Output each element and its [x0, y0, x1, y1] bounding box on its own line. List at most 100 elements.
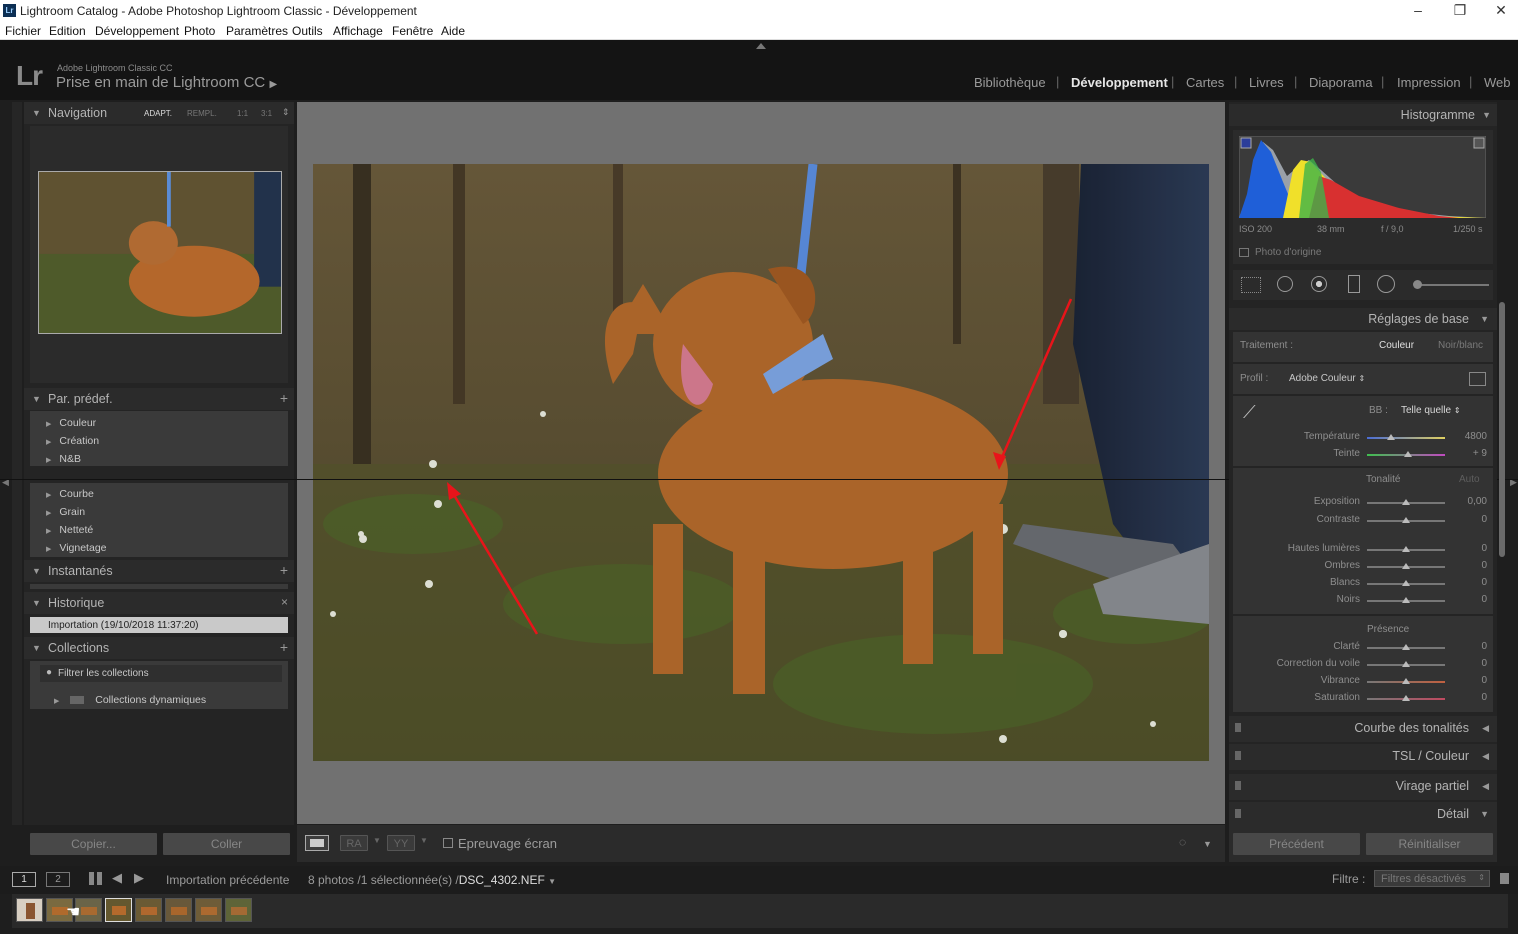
slider-knob[interactable] — [1402, 597, 1410, 603]
collections-header[interactable]: ▼ Collections + — [24, 637, 294, 659]
module-web[interactable]: Web — [1484, 75, 1511, 90]
toolbar-menu-icon[interactable]: ▼ — [1203, 839, 1212, 849]
detail-header[interactable]: Détail ▼ — [1229, 802, 1497, 825]
menu-fenetre[interactable]: Fenêtre — [392, 24, 433, 38]
zoom-fit[interactable]: ADAPT. — [144, 109, 172, 118]
slider-value[interactable]: 0 — [1457, 692, 1487, 703]
menu-edition[interactable]: Edition — [49, 24, 86, 38]
slider-value[interactable]: 0 — [1457, 641, 1487, 652]
slider-knob[interactable] — [1402, 661, 1410, 667]
slider-knob[interactable] — [1402, 563, 1410, 569]
menu-outils[interactable]: Outils — [292, 24, 323, 38]
before-after-split-button[interactable]: YY — [387, 835, 415, 851]
history-entry[interactable]: Importation (19/10/2018 11:37:20) — [30, 617, 288, 633]
slider-value[interactable]: 0 — [1457, 514, 1487, 525]
slider-knob[interactable] — [1402, 546, 1410, 552]
slider-knob[interactable] — [1402, 517, 1410, 523]
filmstrip-thumb[interactable] — [195, 898, 222, 922]
minimize-button[interactable]: – — [1403, 2, 1433, 18]
menu-fichier[interactable]: Fichier — [5, 24, 41, 38]
filmstrip-source[interactable]: Importation précédente — [166, 873, 289, 887]
grid-view-icon[interactable] — [89, 872, 102, 885]
main-screen-button[interactable]: 1 — [12, 872, 36, 887]
slider-track[interactable] — [1367, 437, 1445, 439]
tone-curve-header[interactable]: Courbe des tonalités ◀ — [1229, 716, 1497, 742]
slider-value[interactable]: 0 — [1457, 675, 1487, 686]
slider-knob[interactable] — [1402, 695, 1410, 701]
navigator-preview[interactable] — [38, 171, 282, 334]
menu-affichage[interactable]: Affichage — [333, 24, 383, 38]
collections-filter[interactable]: ● Filtrer les collections — [40, 665, 282, 682]
preset-folder-vignetage[interactable]: ▶ Vignetage — [46, 542, 107, 554]
zoom-1-1[interactable]: 1:1 — [237, 109, 248, 118]
filmstrip-thumb[interactable] — [225, 898, 252, 922]
second-screen-button[interactable]: 2 — [46, 872, 70, 887]
slider-value[interactable]: + 9 — [1457, 448, 1487, 459]
add-preset-icon[interactable]: + — [280, 390, 288, 406]
chevron-down-icon[interactable]: ▼ — [420, 836, 428, 845]
slider-value[interactable]: 0 — [1457, 560, 1487, 571]
forward-arrow-icon[interactable]: ▶ — [134, 870, 144, 886]
preset-folder-grain[interactable]: ▶ Grain — [46, 506, 85, 518]
presets-header[interactable]: ▼ Par. prédef. + — [24, 388, 294, 410]
menu-photo[interactable]: Photo — [184, 24, 215, 38]
module-developpement[interactable]: Développement — [1071, 75, 1168, 90]
slider-knob[interactable] — [1402, 499, 1410, 505]
close-button[interactable]: ✕ — [1486, 2, 1516, 19]
preset-folder-courbe[interactable]: ▶ Courbe — [46, 488, 94, 500]
add-snapshot-icon[interactable]: + — [280, 562, 288, 578]
maximize-button[interactable]: ❐ — [1445, 2, 1475, 19]
paste-button[interactable]: Coller — [163, 833, 290, 855]
filmstrip-thumb[interactable] — [165, 898, 192, 922]
preset-folder-nettete[interactable]: ▶ Netteté — [46, 524, 93, 536]
filmstrip-thumb[interactable] — [16, 898, 43, 922]
module-diaporama[interactable]: Diaporama — [1309, 75, 1373, 90]
slider-knob[interactable] — [1402, 678, 1410, 684]
copy-button[interactable]: Copier... — [30, 833, 157, 855]
history-header[interactable]: ▼ Historique × — [24, 592, 294, 614]
filmstrip-thumb-selected[interactable] — [105, 898, 132, 922]
filter-select[interactable]: Filtres désactivés ⇕ — [1374, 870, 1490, 887]
zoom-arrow-icon[interactable]: ⇕ — [282, 107, 290, 118]
hsl-header[interactable]: TSL / Couleur ◀ — [1229, 744, 1497, 770]
menu-developpement[interactable]: Développement — [95, 24, 179, 38]
module-bibliotheque[interactable]: Bibliothèque — [974, 75, 1046, 90]
menu-aide[interactable]: Aide — [441, 24, 465, 38]
clear-history-icon[interactable]: × — [281, 595, 288, 609]
add-collection-icon[interactable]: + — [280, 639, 288, 655]
chevron-down-icon[interactable]: ▼ — [373, 836, 381, 845]
previous-button[interactable]: Précédent — [1233, 833, 1360, 855]
preset-folder-couleur[interactable]: ▶ Couleur — [46, 417, 96, 429]
slider-value[interactable]: 0 — [1457, 594, 1487, 605]
slider-knob[interactable] — [1402, 644, 1410, 650]
soft-proof-checkbox[interactable] — [443, 838, 453, 848]
split-toning-header[interactable]: Virage partiel ◀ — [1229, 774, 1497, 800]
snapshots-header[interactable]: ▼ Instantanés + — [24, 560, 294, 582]
slider-knob[interactable] — [1387, 434, 1396, 440]
slider-value[interactable]: 0 — [1457, 577, 1487, 588]
collapse-top-icon[interactable] — [756, 43, 766, 49]
module-impression[interactable]: Impression — [1397, 75, 1461, 90]
slider-value[interactable]: 0,00 — [1457, 496, 1487, 507]
main-photo[interactable] — [313, 164, 1209, 761]
slider-value[interactable]: 0 — [1457, 543, 1487, 554]
right-panel-scrollbar[interactable] — [1499, 302, 1505, 557]
back-arrow-icon[interactable]: ◀ — [112, 870, 122, 886]
reset-button[interactable]: Réinitialiser — [1366, 833, 1493, 855]
slider-value[interactable]: 4800 — [1457, 431, 1487, 442]
menu-parametres[interactable]: Paramètres — [226, 24, 288, 38]
preset-folder-creation[interactable]: ▶ Création — [46, 435, 99, 447]
slider-value[interactable]: 0 — [1457, 658, 1487, 669]
catalog-name[interactable]: Prise en main de Lightroom CC ▶ — [56, 74, 277, 91]
loupe-view-icon[interactable] — [305, 835, 329, 851]
zoom-3-1[interactable]: 3:1 — [261, 109, 272, 118]
smart-collections-folder[interactable]: ▶ Collections dynamiques — [54, 694, 206, 706]
module-cartes[interactable]: Cartes — [1186, 75, 1224, 90]
filter-lock-icon[interactable] — [1500, 873, 1509, 884]
slider-knob[interactable] — [1404, 451, 1413, 457]
navigation-header[interactable]: ▼ Navigation ADAPT. REMPL. 1:1 3:1 ⇕ — [24, 102, 294, 124]
module-livres[interactable]: Livres — [1249, 75, 1284, 90]
slider-knob[interactable] — [1402, 580, 1410, 586]
zoom-fill[interactable]: REMPL. — [187, 109, 217, 118]
before-after-button[interactable]: RA — [340, 835, 368, 851]
